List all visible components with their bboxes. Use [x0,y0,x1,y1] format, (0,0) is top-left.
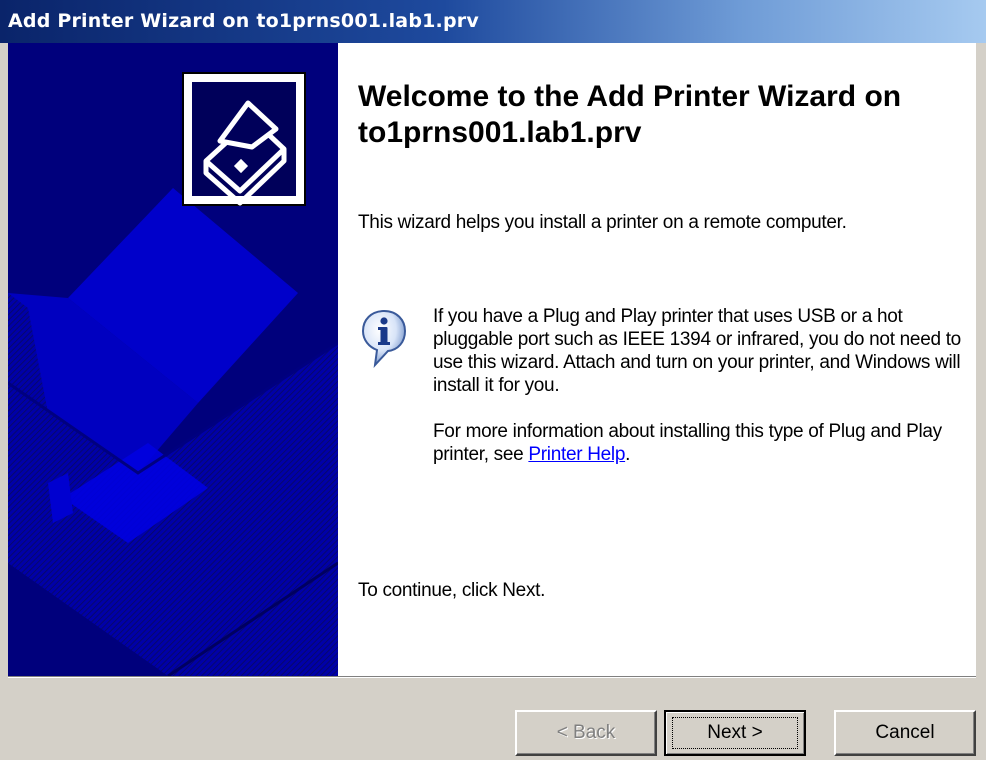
cancel-button[interactable]: Cancel [834,710,976,756]
wizard-intro-text: This wizard helps you install a printer … [358,212,847,233]
printer-watermark-graphic [8,43,338,676]
info-icon [361,309,407,368]
wizard-watermark-panel [8,43,338,676]
window-frame-left [0,43,8,760]
window-title: Add Printer Wizard on to1prns001.lab1.pr… [8,10,479,32]
title-bar[interactable]: Add Printer Wizard on to1prns001.lab1.pr… [0,0,986,43]
more-info-suffix: . [625,444,631,465]
next-button[interactable]: Next > [664,710,806,756]
plug-and-play-info: If you have a Plug and Play printer that… [433,305,963,466]
next-button-focus: Next > [672,717,798,749]
cancel-button-label: Cancel [875,722,935,743]
back-button-label: < Back [556,722,616,743]
printer-help-link[interactable]: Printer Help [528,444,625,465]
printer-icon [182,72,306,206]
continue-instruction: To continue, click Next. [358,580,546,601]
more-info-prefix: For more information about installing th… [433,421,942,465]
next-button-label: Next > [707,722,763,743]
add-printer-wizard-window: Add Printer Wizard on to1prns001.lab1.pr… [0,0,986,760]
back-button[interactable]: < Back [515,710,657,756]
wizard-content-panel: Welcome to the Add Printer Wizard on to1… [338,43,976,676]
wizard-heading: Welcome to the Add Printer Wizard on to1… [358,80,902,149]
more-info-paragraph: For more information about installing th… [433,420,963,466]
plug-and-play-paragraph: If you have a Plug and Play printer that… [433,306,961,396]
footer-separator [8,676,976,678]
window-frame-right [976,43,986,760]
